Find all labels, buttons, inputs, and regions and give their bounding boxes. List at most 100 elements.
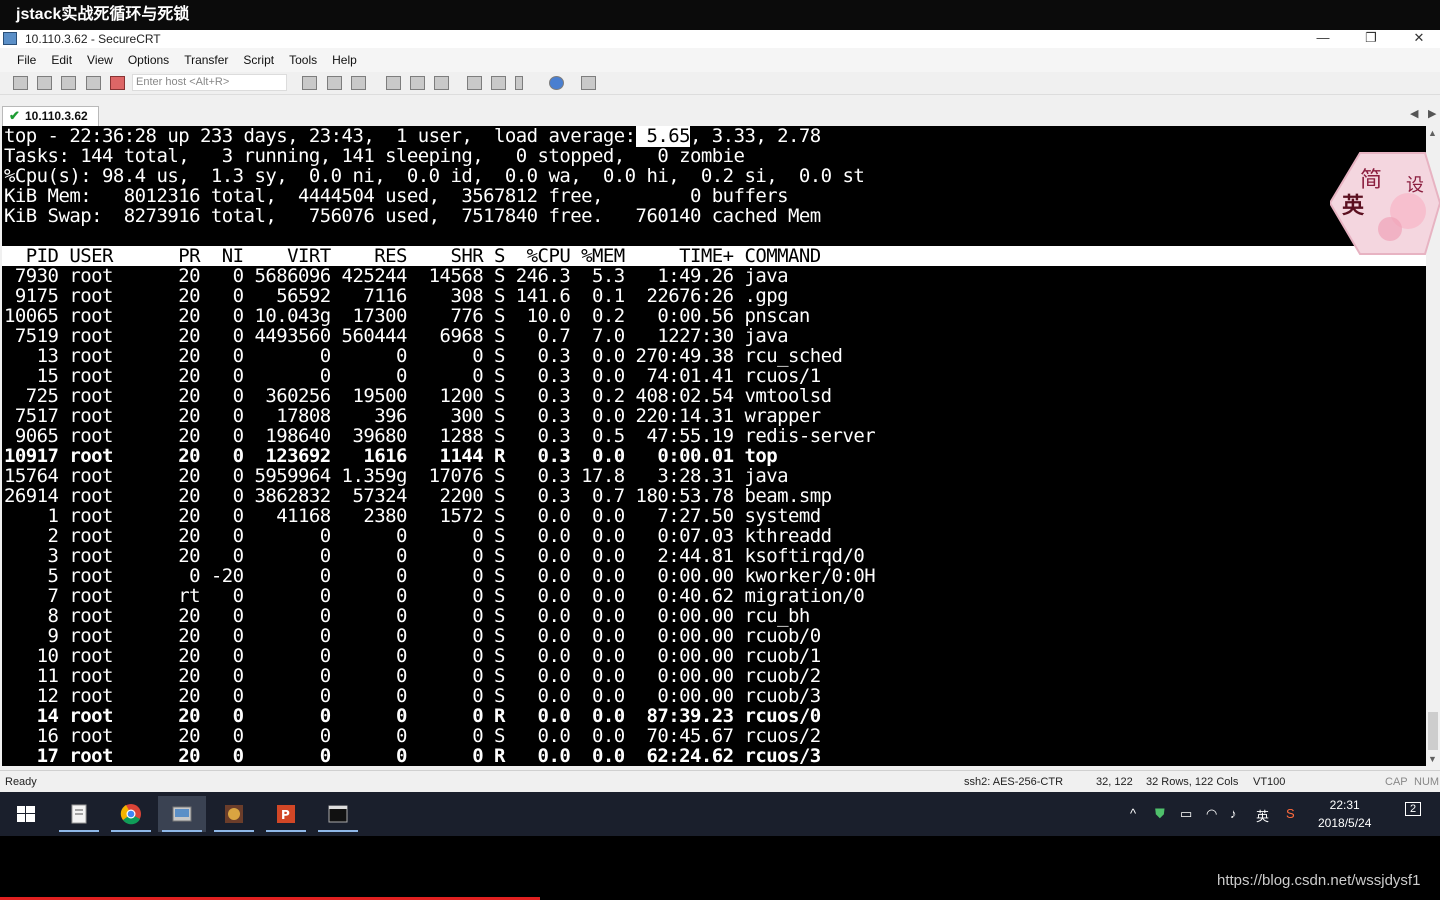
minimize-button[interactable]: — [1300,30,1346,48]
close-button[interactable]: ✕ [1396,30,1440,48]
status-cipher: ssh2: AES-256-CTR [964,776,1064,788]
badge-char-ying: 英 [1342,193,1365,219]
menu-edit[interactable]: Edit [51,48,72,72]
securecrt-icon [172,806,192,822]
quick-connect-icon[interactable] [37,76,52,90]
process-row: 14 root 20 0 0 0 0 R 0.0 0.0 87:39.23 rc… [4,705,822,727]
process-row: 9175 root 20 0 56592 7116 308 S 141.6 0.… [4,285,789,307]
process-table-header: PID USER PR NI VIRT RES SHR S %CPU %MEM … [2,246,1426,266]
connect-tab-icon[interactable] [61,76,76,90]
reconnect-icon[interactable] [86,76,101,90]
process-row: 8 root 20 0 0 0 0 S 0.0 0.0 0:00.00 rcu_… [4,605,811,627]
chrome-icon [120,804,141,825]
connect-icon[interactable] [13,76,28,90]
process-table: 7930 root 20 0 5686096 425244 14568 S 24… [2,266,1426,766]
paste-icon[interactable] [327,76,342,90]
swap-line: KiB Swap: 8273916 total, 756076 used, 75… [4,205,821,227]
cpu-line: %Cpu(s): 98.4 us, 1.3 sy, 0.0 ni, 0.0 id… [4,165,865,187]
tray-wifi-icon[interactable]: ◠ [1206,806,1217,822]
menu-options[interactable]: Options [128,48,169,72]
process-row: 725 root 20 0 360256 19500 1200 S 0.3 0.… [4,385,832,407]
keymap-icon[interactable] [515,76,523,90]
toolbar: Enter host <Alt+R> [0,72,1440,95]
global-options-icon[interactable] [491,76,506,90]
process-row: 2 root 20 0 0 0 0 S 0.0 0.0 0:07.03 kthr… [4,525,833,547]
tray-ime-indicator[interactable]: 英 [1256,806,1269,825]
process-row: 13 root 20 0 0 0 0 S 0.3 0.0 270:49.38 r… [4,345,843,367]
menu-file[interactable]: File [17,48,36,72]
taskbar-clock[interactable]: 22:31 2018/5/24 [1318,796,1371,832]
process-row: 9065 root 20 0 198640 39680 1288 S 0.3 0… [4,425,876,447]
tray-battery-icon[interactable]: ▭ [1180,806,1192,822]
menu-script[interactable]: Script [243,48,274,72]
terminal-screen[interactable]: top - 22:36:28 up 233 days, 23:43, 1 use… [2,126,1426,766]
status-emulation: VT100 [1253,776,1286,788]
tray-shield-icon[interactable]: ⛊ [1155,806,1165,822]
badge-char-she: 设 [1406,175,1424,196]
print-selection-icon[interactable] [410,76,425,90]
help-icon[interactable] [549,76,564,90]
video-title: jstack实战死循环与死锁 [0,0,1440,30]
start-button[interactable] [2,796,50,832]
copy-icon[interactable] [302,76,317,90]
process-row: 12 root 20 0 0 0 0 S 0.0 0.0 0:00.00 rcu… [4,685,822,707]
command-prompt-icon [328,805,348,823]
session-tab[interactable]: ✔ 10.110.3.62 [2,106,99,126]
host-input[interactable]: Enter host <Alt+R> [132,74,287,91]
notification-center-icon[interactable]: 2 [1405,802,1422,816]
status-num: NUM [1414,776,1440,788]
csdn-watermark: https://blog.csdn.net/wssjdysf1 [1217,872,1421,889]
process-row: 15764 root 20 0 5959964 1.359g 17076 S 0… [4,465,789,487]
title-bar: 10.110.3.62 - SecureCRT — ❐ ✕ [0,30,1440,48]
ime-skin-badge: 简 英 设 [1328,151,1440,256]
process-row: 11 root 20 0 0 0 0 S 0.0 0.0 0:00.00 rcu… [4,665,822,687]
taskbar-powerpoint[interactable]: P [262,796,310,832]
scrollbar-thumb[interactable] [1428,712,1438,750]
notepad-icon [71,804,87,824]
tasks-line: Tasks: 144 total, 3 running, 141 sleepin… [4,145,745,167]
maximize-button[interactable]: ❐ [1348,30,1394,48]
process-row: 7519 root 20 0 4493560 560444 6968 S 0.7… [4,325,789,347]
windows-logo-icon [17,806,35,822]
session-tab-bar: ✔ 10.110.3.62 ◀ ▶ [0,104,1440,126]
process-row: 10917 root 20 0 123692 1616 1144 R 0.3 0… [4,445,778,467]
tab-scroll-left-icon[interactable]: ◀ [1410,107,1418,120]
status-dims: 32 Rows, 122 Cols [1146,776,1239,788]
badge-char-jian: 简 [1360,168,1382,193]
process-row: 7930 root 20 0 5686096 425244 14568 S 24… [4,265,789,287]
clock-date: 2018/5/24 [1318,816,1372,830]
scroll-down-icon[interactable]: ▼ [1428,754,1437,764]
taskbar-app-game[interactable] [210,796,258,832]
tray-sogou-icon[interactable]: S [1286,806,1295,821]
print-icon[interactable] [386,76,401,90]
menu-tools[interactable]: Tools [289,48,317,72]
svg-text:P: P [281,808,290,822]
tray-chevron-up-icon[interactable]: ^ [1130,806,1136,821]
windows-taskbar: P ^ ⛊ ▭ ◠ ♪ 英 S 22:31 2018/5/24 2 [0,792,1440,836]
status-cursor: 32, 122 [1096,776,1133,788]
process-row: 26914 root 20 0 3862832 57324 2200 S 0.3… [4,485,832,507]
menu-transfer[interactable]: Transfer [184,48,228,72]
taskbar-notepad[interactable] [55,796,103,832]
menu-view[interactable]: View [87,48,113,72]
find-icon[interactable] [351,76,366,90]
process-row: 3 root 20 0 0 0 0 S 0.0 0.0 2:44.81 ksof… [4,545,865,567]
taskbar-securecrt[interactable] [158,796,206,832]
top-summary-line: top - 22:36:28 up 233 days, 23:43, 1 use… [4,126,821,147]
status-ready: Ready [5,776,37,788]
keypad-icon[interactable] [581,76,596,90]
taskbar-cmd[interactable] [314,796,362,832]
tab-scroll-right-icon[interactable]: ▶ [1428,107,1436,120]
session-tab-label: 10.110.3.62 [25,109,88,123]
disconnect-icon[interactable] [110,76,125,90]
print-setup-icon[interactable] [434,76,449,90]
scroll-up-icon[interactable]: ▲ [1428,128,1437,138]
taskbar-chrome[interactable] [107,796,155,832]
menu-help[interactable]: Help [332,48,357,72]
load-average-highlight: 5.65 [635,126,691,147]
process-row: 16 root 20 0 0 0 0 S 0.0 0.0 70:45.67 rc… [4,725,822,747]
process-row: 17 root 20 0 0 0 0 R 0.0 0.0 62:24.62 rc… [4,745,822,766]
session-options-icon[interactable] [467,76,482,90]
connected-check-icon: ✔ [9,108,20,123]
tray-volume-icon[interactable]: ♪ [1230,806,1237,821]
